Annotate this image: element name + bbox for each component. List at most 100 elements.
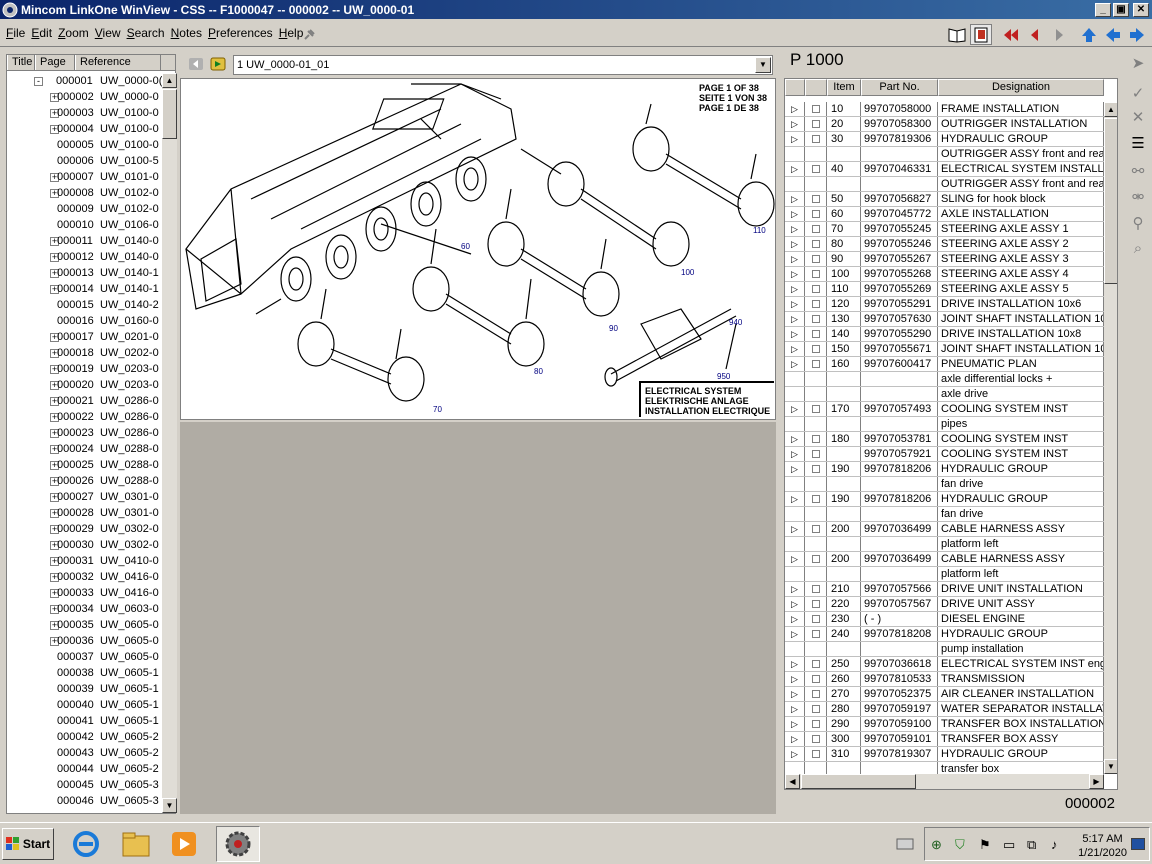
- tree-row[interactable]: +000002 UW_0000-0: [7, 89, 162, 105]
- parts-row[interactable]: ▷ 90 99707055267 STEERING AXLE ASSY 3: [785, 252, 1104, 267]
- close-button[interactable]: ✕: [1133, 2, 1149, 17]
- scroll-left-icon[interactable]: ◀: [785, 774, 800, 789]
- row-arrow-icon[interactable]: ▷: [785, 612, 805, 626]
- row-checkbox[interactable]: [805, 162, 827, 176]
- tree-row[interactable]: +000036 UW_0605-0: [7, 633, 162, 649]
- maximize-button[interactable]: ▣: [1113, 2, 1129, 17]
- row-checkbox[interactable]: [805, 702, 827, 716]
- tree-row[interactable]: +000029 UW_0302-0: [7, 521, 162, 537]
- row-arrow-icon[interactable]: ▷: [785, 747, 805, 761]
- tree-row[interactable]: +000032 UW_0416-0: [7, 569, 162, 585]
- tree-row[interactable]: +000024 UW_0288-0: [7, 441, 162, 457]
- row-arrow-icon[interactable]: ▷: [785, 432, 805, 446]
- row-checkbox[interactable]: [805, 462, 827, 476]
- tree-row[interactable]: +000031 UW_0410-0: [7, 553, 162, 569]
- tree-row[interactable]: +000026 UW_0288-0: [7, 473, 162, 489]
- tree-row[interactable]: 000045 UW_0605-3: [7, 777, 162, 793]
- parts-row[interactable]: ▷ 40 99707046331 ELECTRICAL SYSTEM INSTALLA…: [785, 162, 1104, 177]
- row-checkbox[interactable]: [805, 357, 827, 371]
- row-arrow-icon[interactable]: ▷: [785, 267, 805, 281]
- row-checkbox[interactable]: [805, 132, 827, 146]
- parts-row[interactable]: ▷ 70 99707055245 STEERING AXLE ASSY 1: [785, 222, 1104, 237]
- row-arrow-icon[interactable]: ▷: [785, 252, 805, 266]
- row-arrow-icon[interactable]: ▷: [785, 282, 805, 296]
- tree-row[interactable]: +000025 UW_0288-0: [7, 457, 162, 473]
- scroll-right-icon[interactable]: ▶: [1089, 774, 1104, 789]
- row-arrow-icon[interactable]: ▷: [785, 132, 805, 146]
- parts-row[interactable]: ▷ 20 99707058300 OUTRIGGER INSTALLATION: [785, 117, 1104, 132]
- scroll-up-icon[interactable]: ▲: [1104, 102, 1117, 117]
- row-arrow-icon[interactable]: ▷: [785, 462, 805, 476]
- keyboard-icon[interactable]: [892, 826, 918, 862]
- row-checkbox[interactable]: [805, 402, 827, 416]
- tree-row[interactable]: +000030 UW_0302-0: [7, 537, 162, 553]
- row-checkbox[interactable]: [805, 342, 827, 356]
- parts-row[interactable]: ▷ 160 99707600417 PNEUMATIC PLAN: [785, 357, 1104, 372]
- row-arrow-icon[interactable]: ▷: [785, 117, 805, 131]
- row-checkbox[interactable]: [805, 117, 827, 131]
- parts-row[interactable]: ▷ 120 99707055291 DRIVE INSTALLATION 10x6: [785, 297, 1104, 312]
- row-checkbox[interactable]: [805, 747, 827, 761]
- row-arrow-icon[interactable]: ▷: [785, 702, 805, 716]
- parts-row[interactable]: ▷ 80 99707055246 STEERING AXLE ASSY 2: [785, 237, 1104, 252]
- tree-row[interactable]: 000010 UW_0106-0: [7, 217, 162, 233]
- internet-explorer-icon[interactable]: [68, 826, 104, 862]
- row-arrow-icon[interactable]: ▷: [785, 192, 805, 206]
- parts-list-icon[interactable]: [970, 24, 992, 45]
- forward-page-icon[interactable]: [210, 57, 226, 71]
- menu-zoom[interactable]: Zoom: [55, 26, 92, 40]
- tree-row[interactable]: +000018 UW_0202-0: [7, 345, 162, 361]
- first-page-icon[interactable]: [1000, 24, 1022, 45]
- row-checkbox[interactable]: [805, 192, 827, 206]
- row-arrow-icon[interactable]: ▷: [785, 222, 805, 236]
- pin-icon[interactable]: [298, 24, 320, 45]
- tree-row[interactable]: +000028 UW_0301-0: [7, 505, 162, 521]
- parts-row[interactable]: ▷ 99707057921 COOLING SYSTEM INST: [785, 447, 1104, 462]
- parts-row[interactable]: axle drive: [785, 387, 1104, 402]
- shield-icon[interactable]: ⛉: [955, 837, 965, 853]
- menu-preferences[interactable]: Preferences: [205, 26, 276, 40]
- tree-row[interactable]: +000019 UW_0203-0: [7, 361, 162, 377]
- row-checkbox[interactable]: [805, 687, 827, 701]
- row-checkbox[interactable]: [805, 252, 827, 266]
- display-icon[interactable]: ▭: [1003, 837, 1015, 853]
- tree-row[interactable]: +000003 UW_0100-0: [7, 105, 162, 121]
- parts-row[interactable]: ▷ 210 99707057566 DRIVE UNIT INSTALLATION: [785, 582, 1104, 597]
- tree-row[interactable]: 000006 UW_0100-5: [7, 153, 162, 169]
- row-checkbox[interactable]: [805, 552, 827, 566]
- tree-row[interactable]: +000007 UW_0101-0: [7, 169, 162, 185]
- zoom-icon[interactable]: ⌕: [1128, 240, 1148, 260]
- row-arrow-icon[interactable]: ▷: [785, 297, 805, 311]
- scroll-down-icon[interactable]: ▼: [1104, 759, 1117, 774]
- checkmark-icon[interactable]: ✓: [1128, 84, 1148, 104]
- parts-row[interactable]: pump installation: [785, 642, 1104, 657]
- row-checkbox[interactable]: [805, 597, 827, 611]
- row-checkbox[interactable]: [805, 582, 827, 596]
- row-checkbox[interactable]: [805, 297, 827, 311]
- unlink-icon[interactable]: ⚮: [1128, 188, 1148, 208]
- linkone-app-icon[interactable]: [216, 826, 260, 862]
- parts-row[interactable]: ▷ 260 99707810533 TRANSMISSION: [785, 672, 1104, 687]
- tree-row[interactable]: +000008 UW_0102-0: [7, 185, 162, 201]
- parts-row[interactable]: ▷ 200 99707036499 CABLE HARNESS ASSY: [785, 522, 1104, 537]
- row-arrow-icon[interactable]: ▷: [785, 597, 805, 611]
- menu-view[interactable]: View: [92, 26, 124, 40]
- parts-row[interactable]: ▷ 140 99707055290 DRIVE INSTALLATION 10x8: [785, 327, 1104, 342]
- parts-row[interactable]: ▷ 30 99707819306 HYDRAULIC GROUP: [785, 132, 1104, 147]
- tree-row[interactable]: +000020 UW_0203-0: [7, 377, 162, 393]
- speaker-icon[interactable]: ♪: [1051, 837, 1058, 852]
- book-icon[interactable]: [946, 24, 968, 45]
- column-page[interactable]: Page: [35, 55, 75, 70]
- tree-row[interactable]: +000004 UW_0100-0: [7, 121, 162, 137]
- row-checkbox[interactable]: [805, 672, 827, 686]
- tree-row[interactable]: +000012 UW_0140-0: [7, 249, 162, 265]
- tree-row[interactable]: +000022 UW_0286-0: [7, 409, 162, 425]
- tree-row[interactable]: 000046 UW_0605-3: [7, 793, 162, 809]
- tree-row[interactable]: - 000001 UW_0000-0(: [7, 73, 162, 89]
- tree-row[interactable]: +000013 UW_0140-1: [7, 265, 162, 281]
- clock[interactable]: 5:17 AM 1/21/2020: [1078, 832, 1127, 860]
- flag-icon[interactable]: ⚑: [979, 837, 991, 853]
- binoculars-icon[interactable]: ⚲: [1128, 214, 1148, 234]
- row-checkbox[interactable]: [805, 102, 827, 116]
- row-arrow-icon[interactable]: ▷: [785, 492, 805, 506]
